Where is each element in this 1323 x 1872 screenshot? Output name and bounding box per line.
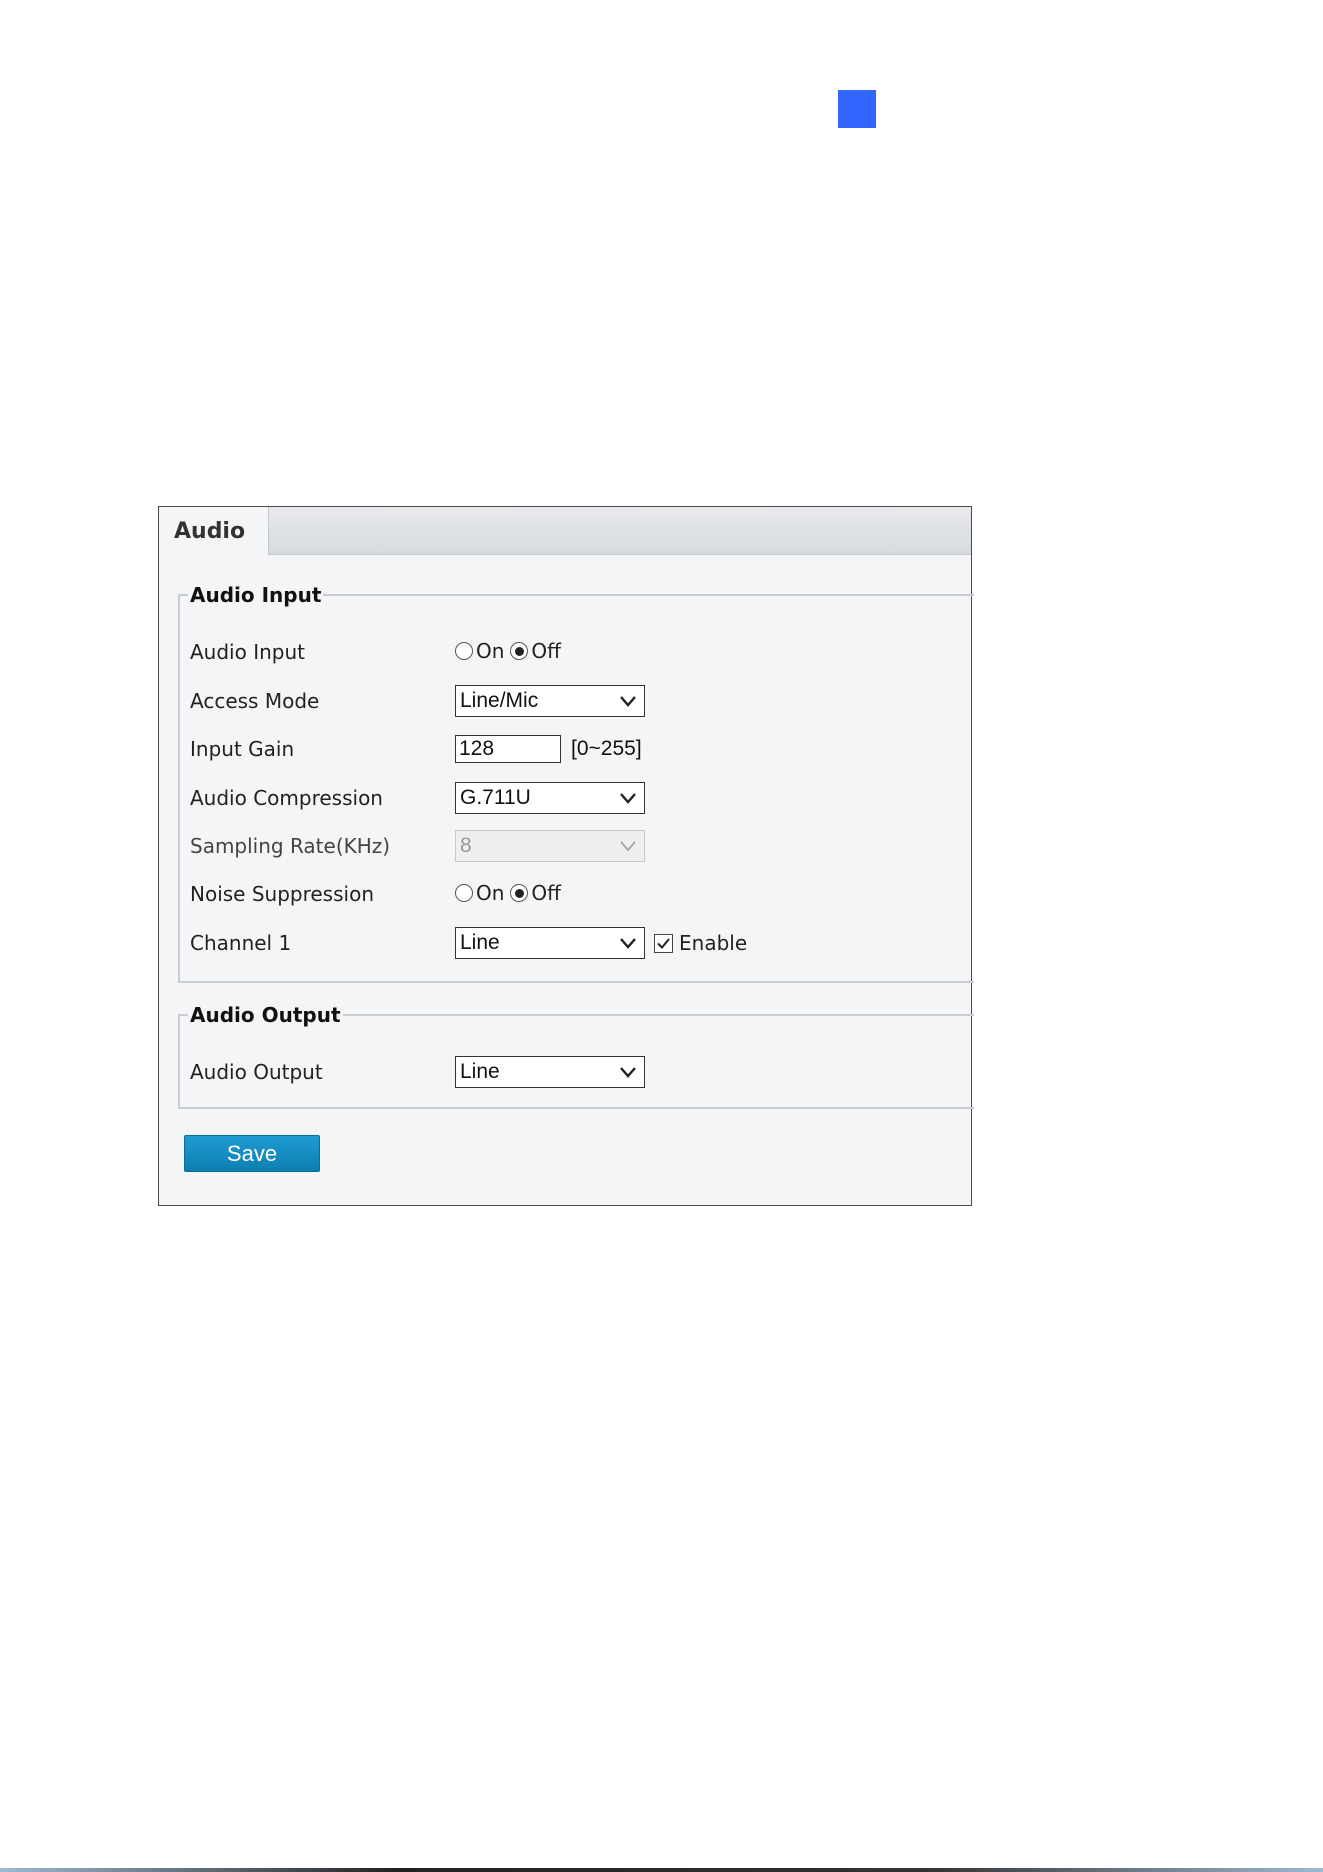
access-mode-select[interactable]: Line/Mic bbox=[455, 685, 645, 717]
chevron-down-icon bbox=[620, 841, 636, 852]
audio-input-on-label: On bbox=[476, 639, 505, 663]
checkmark-icon bbox=[657, 937, 670, 949]
audio-output-value: Line bbox=[460, 1060, 500, 1083]
sampling-rate-value: 8 bbox=[460, 834, 472, 857]
audio-input-radio-group: On Off bbox=[455, 634, 567, 668]
noise-suppression-off-radio[interactable] bbox=[510, 884, 529, 902]
audio-compression-label: Audio Compression bbox=[190, 786, 383, 810]
channel-1-enable-checkbox[interactable] bbox=[654, 933, 673, 953]
channel-1-value: Line bbox=[460, 931, 500, 954]
audio-input-on-radio[interactable] bbox=[455, 642, 473, 660]
tab-bar: Audio bbox=[159, 507, 971, 555]
input-gain-field[interactable]: 128 bbox=[455, 735, 561, 763]
audio-output-label: Audio Output bbox=[190, 1060, 323, 1084]
channel-1-enable-label: Enable bbox=[679, 931, 748, 955]
channel-1-label: Channel 1 bbox=[190, 931, 292, 955]
audio-input-off-radio[interactable] bbox=[510, 642, 529, 660]
noise-suppression-radio-group: On Off bbox=[455, 876, 567, 910]
noise-suppression-label: Noise Suppression bbox=[190, 882, 374, 906]
audio-compression-select[interactable]: G.711U bbox=[455, 782, 645, 814]
sampling-rate-select: 8 bbox=[455, 830, 645, 862]
chevron-down-icon bbox=[620, 1067, 636, 1078]
audio-output-select[interactable]: Line bbox=[455, 1056, 645, 1088]
audio-output-legend: Audio Output bbox=[190, 1003, 341, 1027]
channel-1-select[interactable]: Line bbox=[455, 927, 645, 959]
audio-input-legend: Audio Input bbox=[190, 583, 322, 607]
audio-compression-value: G.711U bbox=[460, 786, 531, 809]
noise-suppression-off-label: Off bbox=[531, 881, 561, 905]
access-mode-label: Access Mode bbox=[190, 689, 320, 713]
noise-suppression-on-label: On bbox=[476, 881, 505, 905]
input-gain-label: Input Gain bbox=[190, 737, 295, 761]
noise-suppression-on-radio[interactable] bbox=[455, 884, 473, 902]
access-mode-value: Line/Mic bbox=[460, 689, 539, 712]
chevron-down-icon bbox=[620, 793, 636, 804]
save-button[interactable]: Save bbox=[184, 1135, 320, 1172]
footer-divider bbox=[0, 1868, 1323, 1872]
sampling-rate-label: Sampling Rate(KHz) bbox=[190, 834, 391, 858]
audio-input-off-label: Off bbox=[531, 639, 561, 663]
blue-marker bbox=[838, 90, 876, 128]
chevron-down-icon bbox=[620, 696, 636, 707]
input-gain-range: [0~255] bbox=[571, 737, 642, 760]
audio-input-label: Audio Input bbox=[190, 640, 305, 664]
page: Audio Audio Input Audio Input On Off Acc… bbox=[0, 0, 1323, 1872]
chevron-down-icon bbox=[620, 938, 636, 949]
tab-audio[interactable]: Audio bbox=[159, 507, 269, 555]
